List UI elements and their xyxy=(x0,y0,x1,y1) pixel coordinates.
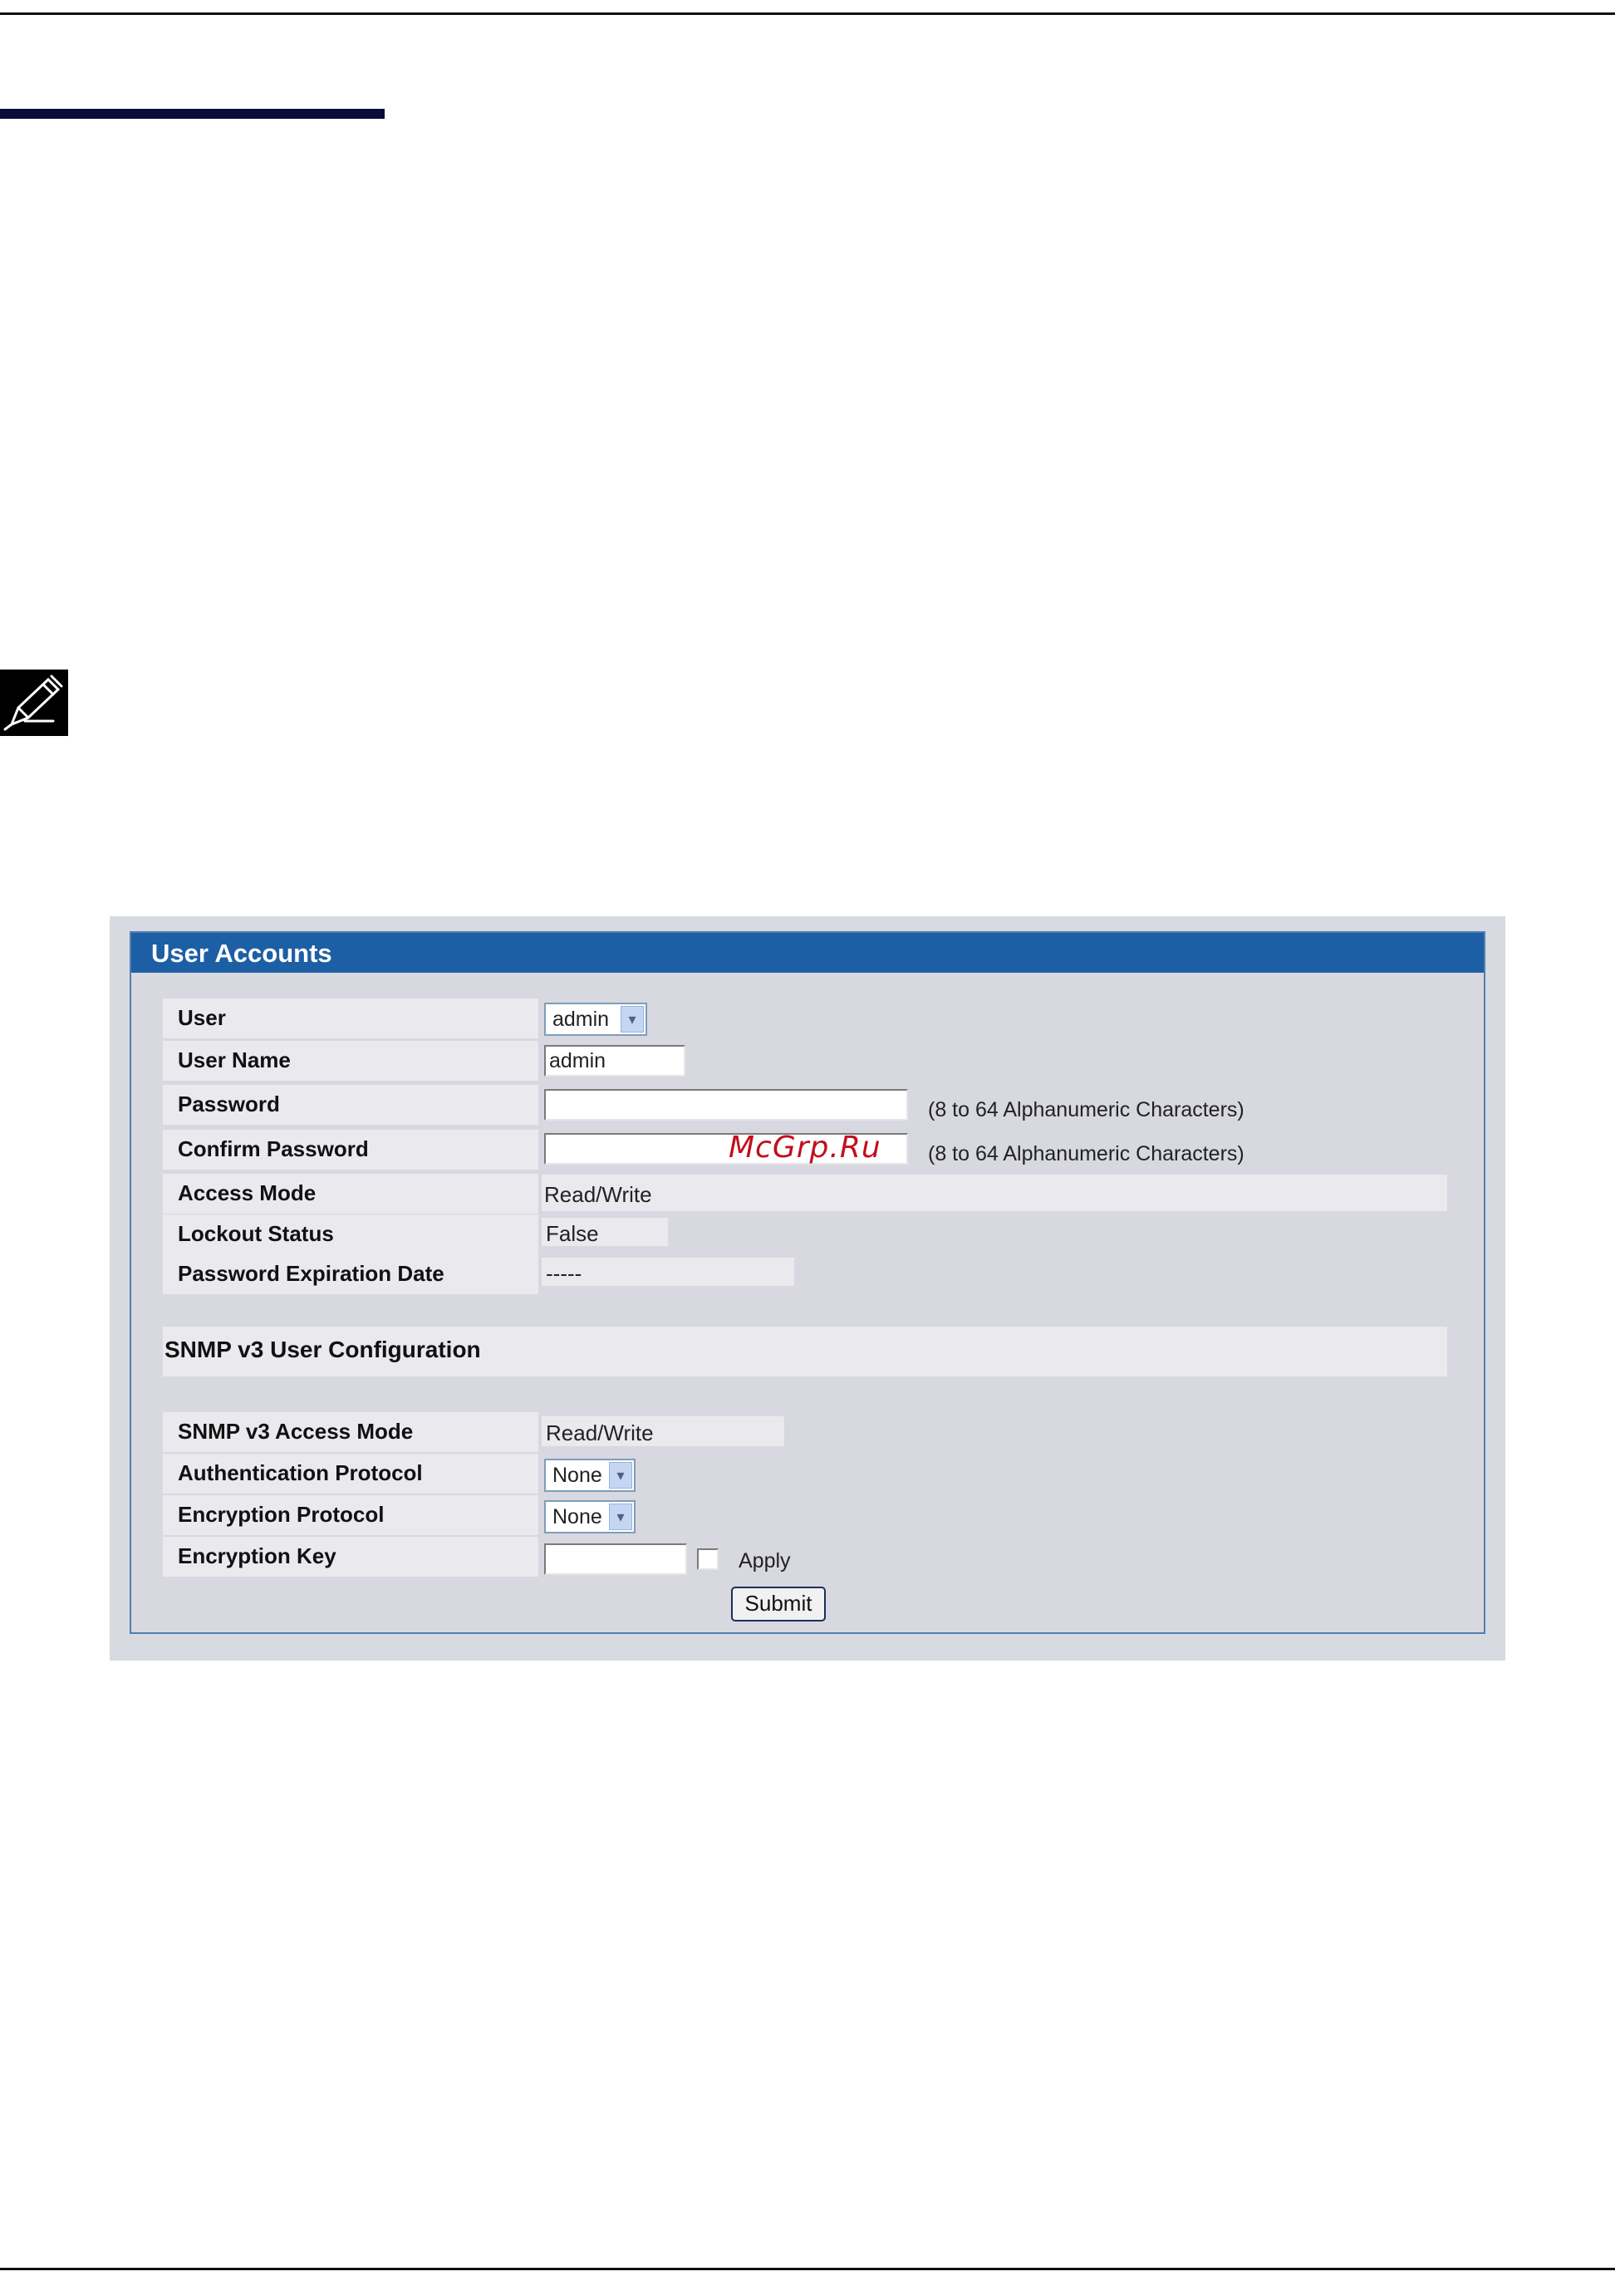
auth-protocol-label: Authentication Protocol xyxy=(163,1454,538,1494)
password-input[interactable] xyxy=(544,1089,908,1121)
watermark-text: McGrp.Ru xyxy=(729,1131,881,1165)
lockout-status-value: False xyxy=(546,1221,599,1246)
user-select-value: admin xyxy=(552,1008,610,1031)
pencil-note-icon xyxy=(0,670,68,736)
section-heading-bar xyxy=(0,109,385,119)
user-accounts-panel: User Accounts User admin ▾ User Name adm… xyxy=(110,916,1505,1661)
snmp-section-title: SNMP v3 User Configuration xyxy=(164,1337,481,1362)
apply-checkbox[interactable] xyxy=(697,1548,719,1570)
page-top-rule xyxy=(0,12,1615,15)
confirm-password-label: Confirm Password xyxy=(163,1130,538,1170)
confirm-password-hint: (8 to 64 Alphanumeric Characters) xyxy=(928,1142,1244,1165)
user-name-input[interactable]: admin xyxy=(544,1045,685,1077)
panel-header: User Accounts xyxy=(131,933,1484,973)
password-expiration-label: Password Expiration Date xyxy=(163,1254,538,1294)
encryption-key-input[interactable] xyxy=(544,1543,687,1575)
access-mode-label: Access Mode xyxy=(163,1174,538,1214)
panel-title: User Accounts xyxy=(151,939,332,968)
snmp-access-mode-value: Read/Write xyxy=(546,1420,654,1445)
user-accounts-frame: User Accounts User admin ▾ User Name adm… xyxy=(130,931,1485,1634)
snmp-access-mode-label: SNMP v3 Access Mode xyxy=(163,1412,538,1452)
chevron-down-icon[interactable]: ▾ xyxy=(609,1462,632,1489)
password-hint: (8 to 64 Alphanumeric Characters) xyxy=(928,1098,1244,1121)
user-label: User xyxy=(163,998,538,1038)
chevron-down-icon[interactable]: ▾ xyxy=(621,1006,644,1033)
page-bottom-rule xyxy=(0,2268,1615,2270)
snmp-section-header: SNMP v3 User Configuration xyxy=(163,1327,1447,1376)
chevron-down-icon[interactable]: ▾ xyxy=(609,1504,632,1530)
auth-protocol-value: None xyxy=(552,1464,602,1487)
user-select[interactable]: admin ▾ xyxy=(544,1003,647,1036)
encryption-key-label: Encryption Key xyxy=(163,1537,538,1577)
lockout-status-label: Lockout Status xyxy=(163,1214,538,1254)
encryption-protocol-select[interactable]: None ▾ xyxy=(544,1500,636,1533)
auth-protocol-select[interactable]: None ▾ xyxy=(544,1459,636,1492)
user-name-label: User Name xyxy=(163,1041,538,1081)
password-label: Password xyxy=(163,1085,538,1125)
access-mode-value: Read/Write xyxy=(544,1182,652,1207)
encryption-protocol-label: Encryption Protocol xyxy=(163,1495,538,1535)
password-expiration-value: ----- xyxy=(546,1261,582,1286)
submit-button[interactable]: Submit xyxy=(731,1587,826,1621)
encryption-protocol-value: None xyxy=(552,1505,602,1528)
apply-label: Apply xyxy=(739,1549,791,1572)
access-mode-value-bg xyxy=(542,1175,1447,1211)
